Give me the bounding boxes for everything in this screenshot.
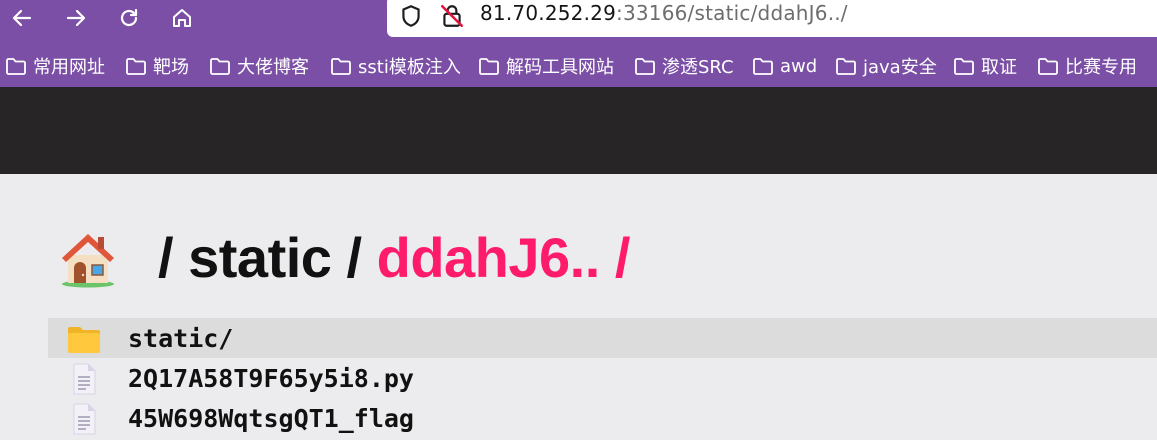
list-item[interactable]: 2Q17A58T9F65y5i8.py [48,358,1157,398]
bookmark-label: java安全 [863,57,937,78]
bookmark-src[interactable]: 渗透SRC [634,53,734,79]
folder-icon [635,58,655,75]
bookmark-forensics[interactable]: 取证 [953,53,1017,79]
bookmark-java-security[interactable]: java安全 [835,53,937,79]
folder-icon [68,327,100,353]
folder-icon [1038,58,1058,75]
bookmark-bachang[interactable]: 靶场 [125,53,189,79]
bookmark-changyong[interactable]: 常用网址 [5,53,105,79]
breadcrumb-separator: / [346,225,362,289]
bookmark-label: 大佬博客 [237,57,309,78]
home-button[interactable] [167,3,197,33]
file-icon [73,363,96,395]
address-bar[interactable]: 81.70.252.29:33166/static/ddahJ6../ [387,0,1157,37]
bookmarks-bar: 常用网址 靶场 大佬博客 ssti模板注入 解码工具网站 渗透SRC awd j… [0,37,1157,87]
bookmark-label: 取证 [981,57,1017,78]
bookmark-blogs[interactable]: 大佬博客 [209,53,309,79]
bookmark-competition[interactable]: 比赛专用 [1037,53,1137,79]
home-icon [173,9,191,27]
bookmark-label: 比赛专用 [1065,57,1137,78]
folder-icon [836,58,856,75]
breadcrumb-current[interactable]: ddahJ6.. [377,225,601,290]
bookmark-label: 靶场 [153,57,189,78]
page-header-banner [0,87,1157,174]
folder-icon [479,58,499,75]
bookmark-label: 渗透SRC [662,57,734,78]
list-item[interactable]: 45W698WqtsgQT1_flag [48,398,1157,438]
url-text[interactable]: 81.70.252.29:33166/static/ddahJ6../ [480,0,848,26]
insecure-lock-icon[interactable] [439,3,465,29]
file-icon [73,403,96,435]
arrow-left-icon [12,9,32,27]
file-name[interactable]: 2Q17A58T9F65y5i8.py [128,364,414,394]
bookmark-awd[interactable]: awd [752,53,817,79]
file-name[interactable]: static/ [128,324,233,354]
folder-icon [954,58,974,75]
browser-toolbar: 81.70.252.29:33166/static/ddahJ6../ [0,0,1157,37]
folder-icon [210,58,230,75]
folder-icon [753,58,773,75]
bookmark-ssti[interactable]: ssti模板注入 [330,53,461,79]
arrow-right-icon [66,9,86,27]
reload-icon [120,8,138,27]
folder-icon [126,58,146,75]
breadcrumb-trailing-separator: / [614,225,631,289]
forward-button[interactable] [61,3,91,33]
breadcrumb-static[interactable]: static [188,225,332,290]
bookmark-label: awd [780,55,818,77]
url-path: :33166/static/ddahJ6../ [616,1,848,25]
back-button[interactable] [7,3,37,33]
url-host: 81.70.252.29 [480,1,616,25]
reload-button[interactable] [114,3,144,33]
bookmark-label: 解码工具网站 [506,57,614,78]
breadcrumb-separator: / [158,225,174,289]
bookmark-label: ssti模板注入 [358,57,461,78]
list-item[interactable]: static/ [48,318,1157,358]
bookmark-decode-tools[interactable]: 解码工具网站 [478,53,614,79]
shield-icon[interactable] [398,3,424,29]
folder-icon [6,58,26,75]
file-name[interactable]: 45W698WqtsgQT1_flag [128,404,414,434]
house-emoji-icon[interactable] [56,225,120,289]
breadcrumb: / static / ddahJ6.. / [56,222,630,292]
bookmark-label: 常用网址 [33,57,105,78]
file-list: static/ 2Q17A58T9F65y5i8.py 45W698WqtsgQ… [48,318,1157,438]
folder-icon [331,58,351,75]
